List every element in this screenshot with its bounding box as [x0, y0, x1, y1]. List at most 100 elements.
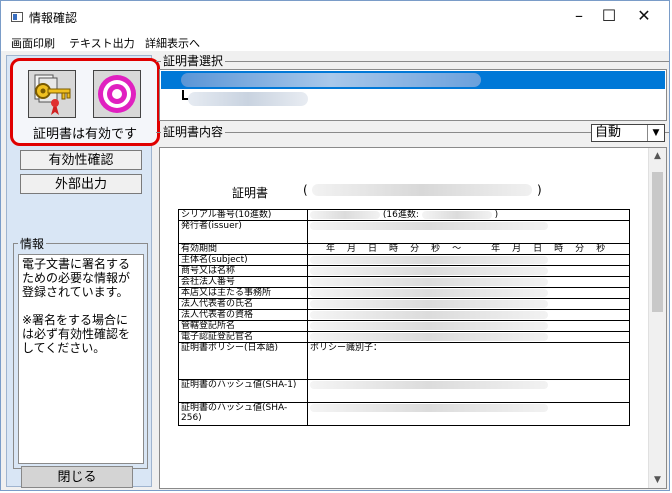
menu-bar: 画面印刷 テキスト出力 詳細表示へ: [1, 33, 669, 51]
close-window-button[interactable]: ✕: [621, 1, 667, 33]
table-row: 主体名(subject): [178, 254, 630, 266]
period-unit: 秒: [431, 244, 441, 254]
certificate-list[interactable]: [159, 69, 667, 121]
field-label: 法人代表者の氏名: [178, 298, 308, 310]
info-confirm-window: 情報確認 – ☐ ✕ 画面印刷 テキスト出力 詳細表示へ 証明書は有効です 有効…: [0, 0, 670, 491]
certificate-document-view[interactable]: 証明書 ( ) シリアル番号(10進数) (16進数: ) 発行者(issuer…: [159, 147, 667, 489]
policy-identifier-label: ポリシー識別子：: [310, 343, 383, 353]
certificate-valid-label: 証明書は有効です: [32, 127, 137, 142]
field-label: 法人代表者の資格: [178, 309, 308, 321]
period-unit: 年: [491, 244, 501, 254]
certificate-key-icon: [28, 70, 76, 118]
title-bar: 情報確認 – ☐ ✕: [1, 1, 669, 33]
field-label: 管轄登記所名: [178, 320, 308, 332]
chevron-down-icon[interactable]: ▼: [647, 125, 664, 141]
period-unit: 時: [389, 244, 399, 254]
app-icon: [11, 12, 23, 22]
field-value: [307, 331, 630, 343]
display-mode-select[interactable]: 自動 ▼: [591, 124, 665, 142]
redacted-certificate-name: [181, 73, 481, 87]
info-group: 情報 電子文書に署名するための必要な情報が登録されています。 ※署名をする場合に…: [13, 235, 148, 469]
title-paren-open: (: [303, 183, 308, 197]
issuer-value: [307, 220, 630, 244]
period-unit: 月: [347, 244, 357, 254]
target-icon: [93, 70, 141, 118]
menu-text-export[interactable]: テキスト出力: [69, 35, 135, 51]
period-unit: 分: [410, 244, 420, 254]
redacted-value: [310, 403, 548, 412]
period-unit: 日: [533, 244, 543, 254]
menu-print-screen[interactable]: 画面印刷: [11, 35, 55, 51]
certificate-selection-legend: 証明書選択: [161, 54, 226, 68]
policy-value: ポリシー識別子：: [307, 342, 630, 380]
table-row: 証明書ポリシー(日本語) ポリシー識別子：: [178, 342, 630, 380]
external-export-button[interactable]: 外部出力: [20, 174, 142, 194]
field-value: [307, 276, 630, 288]
display-mode-value: 自動: [595, 125, 622, 140]
certificate-list-row-selected[interactable]: [161, 71, 665, 89]
redacted-value: [310, 332, 548, 341]
serial-hex-label: (16進数:: [382, 210, 419, 220]
certificate-status-box: 証明書は有効です: [10, 58, 160, 146]
menu-detail-view[interactable]: 詳細表示へ: [145, 35, 200, 51]
left-panel: 証明書は有効です 有効性確認 外部出力 情報 電子文書に署名するための必要な情報…: [6, 55, 160, 487]
close-button[interactable]: 閉じる: [21, 466, 133, 488]
validity-period-label: 有効期間: [178, 243, 308, 255]
hash-sha256-label: 証明書のハッシュ値(SHA-256): [178, 402, 308, 426]
validity-check-button[interactable]: 有効性確認: [20, 150, 142, 170]
vertical-scrollbar[interactable]: ▲ ▼: [648, 148, 666, 488]
table-row: 証明書のハッシュ値(SHA-1): [178, 379, 630, 403]
table-row: 電子認証登記官名: [178, 331, 630, 343]
scroll-up-icon[interactable]: ▲: [649, 148, 666, 164]
subject-value: [307, 254, 630, 266]
period-unit: 月: [512, 244, 522, 254]
table-row: 法人代表者の資格: [178, 309, 630, 321]
field-label: 商号又は名称: [178, 265, 308, 277]
serial-label: シリアル番号(10進数): [178, 209, 308, 221]
field-value: [307, 309, 630, 321]
redacted-value: [310, 321, 548, 330]
issuer-label: 発行者(issuer): [178, 220, 308, 244]
redacted-value: [310, 299, 548, 308]
period-unit: 秒: [596, 244, 606, 254]
serial-value: (16進数: ): [307, 209, 630, 221]
redacted-value: [310, 221, 548, 230]
table-row: シリアル番号(10進数) (16進数: ): [178, 209, 630, 221]
serial-hex-close: ): [494, 210, 499, 220]
scroll-thumb[interactable]: [652, 172, 663, 312]
redacted-value: [310, 310, 548, 319]
certificate-table: シリアル番号(10進数) (16進数: ) 発行者(issuer) 有効期間 年…: [178, 209, 630, 426]
field-value: [307, 320, 630, 332]
hash-sha1-label: 証明書のハッシュ値(SHA-1): [178, 379, 308, 403]
period-unit: 年: [326, 244, 336, 254]
field-value: [307, 287, 630, 299]
redacted-value: [310, 288, 548, 297]
info-text: 電子文書に署名するための必要な情報が登録されています。 ※署名をする場合には必ず…: [22, 257, 131, 355]
field-label: 会社法人番号: [178, 276, 308, 288]
document-title: 証明書: [232, 186, 269, 200]
field-label: 電子認証登記官名: [178, 331, 308, 343]
period-separator: ～: [452, 244, 462, 254]
certificate-content-legend: 証明書内容: [161, 125, 226, 139]
subject-label: 主体名(subject): [178, 254, 308, 266]
redacted-value: [310, 255, 548, 264]
info-legend: 情報: [18, 235, 47, 252]
scroll-down-icon[interactable]: ▼: [649, 472, 666, 488]
period-unit: 時: [554, 244, 564, 254]
table-row: 証明書のハッシュ値(SHA-256): [178, 402, 630, 426]
title-paren-close: ): [537, 183, 542, 197]
window-title: 情報確認: [29, 11, 78, 25]
hash-sha256-value: [307, 402, 630, 426]
table-row: 会社法人番号: [178, 276, 630, 288]
redacted-value: [310, 266, 548, 275]
table-row: 商号又は名称: [178, 265, 630, 277]
redacted-title-value: [312, 184, 532, 196]
period-unit: 日: [368, 244, 378, 254]
redacted-value: [421, 210, 492, 219]
redacted-value: [310, 210, 380, 219]
field-label: 本店又は主たる事務所: [178, 287, 308, 299]
redacted-certificate-subname: [188, 92, 308, 106]
info-textbox[interactable]: 電子文書に署名するための必要な情報が登録されています。 ※署名をする場合には必ず…: [18, 254, 144, 464]
hash-sha1-value: [307, 379, 630, 403]
table-row: 発行者(issuer): [178, 220, 630, 244]
